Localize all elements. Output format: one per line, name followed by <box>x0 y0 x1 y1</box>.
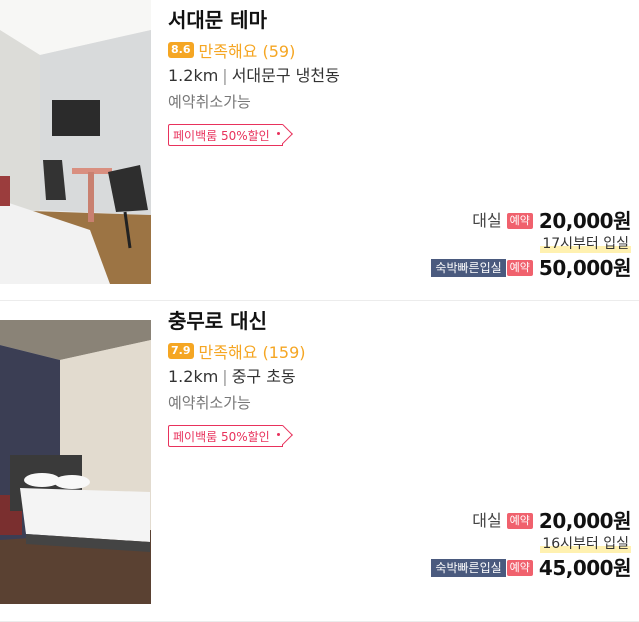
hotel-photo[interactable] <box>0 320 151 604</box>
hotel-name[interactable]: 충무로 대신 <box>168 307 628 335</box>
coupon-label: 페이백룸 50%할인 <box>173 429 270 444</box>
stay-price: 50,000원 <box>538 256 632 280</box>
review-summary: 만족해요 (159) <box>198 343 306 362</box>
price-block: 대실 예약 20,000원 17시부터 입실 숙박빠른입실 예약 50,000원 <box>431 207 632 282</box>
reserve-badge: 예약 <box>506 560 533 576</box>
coupon-tag[interactable]: 페이백룸 50%할인 <box>168 124 283 146</box>
area: 중구 초동 <box>231 367 296 386</box>
stay-price-row[interactable]: 숙박빠른입실 예약 45,000원 <box>431 554 632 582</box>
hotel-name[interactable]: 서대문 테마 <box>168 6 628 34</box>
early-checkin-badge: 숙박빠른입실 <box>431 259 506 277</box>
hotel-listing-2[interactable]: 충무로 대신 7.9 만족해요 (159) 1.2km | 중구 초동 예약취소가능… <box>0 301 639 622</box>
divider: | <box>222 66 228 85</box>
day-use-label: 대실 <box>472 511 502 530</box>
rating-row: 7.9 만족해요 (159) <box>168 341 628 362</box>
hotel-info: 충무로 대신 7.9 만족해요 (159) 1.2km | 중구 초동 예약취소가능… <box>168 307 628 447</box>
coupon-dot-icon <box>276 132 280 135</box>
stay-price-row[interactable]: 숙박빠른입실 예약 50,000원 <box>431 254 632 282</box>
early-checkin-badge: 숙박빠른입실 <box>431 559 506 577</box>
review-summary: 만족해요 (59) <box>198 42 296 61</box>
location-row: 1.2km | 서대문구 냉천동 <box>168 66 628 86</box>
checkin-row: 16시부터 입실 <box>431 535 631 553</box>
divider: | <box>222 367 228 386</box>
distance: 1.2km <box>168 367 219 386</box>
checkin-time: 17시부터 입실 <box>540 235 631 253</box>
rating-row: 8.6 만족해요 (59) <box>168 40 628 61</box>
reserve-badge: 예약 <box>506 513 533 529</box>
coupon-dot-icon <box>276 433 280 436</box>
location-row: 1.2km | 중구 초동 <box>168 367 628 387</box>
rating-score-badge: 8.6 <box>168 42 194 58</box>
day-use-price: 20,000원 <box>538 509 632 533</box>
day-use-price: 20,000원 <box>538 209 632 233</box>
day-use-price-row[interactable]: 대실 예약 20,000원 <box>431 507 631 535</box>
area: 서대문구 냉천동 <box>231 66 340 85</box>
price-block: 대실 예약 20,000원 16시부터 입실 숙박빠른입실 예약 45,000원 <box>431 507 632 582</box>
room-photo-image <box>0 0 151 284</box>
hotel-info: 서대문 테마 8.6 만족해요 (59) 1.2km | 서대문구 냉천동 예약취소… <box>168 6 628 146</box>
hotel-photo[interactable] <box>0 0 151 284</box>
hotel-listing-1[interactable]: 서대문 테마 8.6 만족해요 (59) 1.2km | 서대문구 냉천동 예약취소… <box>0 0 639 301</box>
stay-price: 45,000원 <box>538 556 632 580</box>
coupon-tag[interactable]: 페이백룸 50%할인 <box>168 425 283 447</box>
rating-score-badge: 7.9 <box>168 343 194 359</box>
reserve-badge: 예약 <box>506 213 533 229</box>
room-photo-image <box>0 320 151 604</box>
reserve-badge: 예약 <box>506 260 533 276</box>
day-use-price-row[interactable]: 대실 예약 20,000원 <box>431 207 631 235</box>
checkin-row: 17시부터 입실 <box>431 235 631 253</box>
cancel-policy: 예약취소가능 <box>168 394 251 412</box>
cancel-policy: 예약취소가능 <box>168 93 251 111</box>
day-use-label: 대실 <box>472 211 502 230</box>
checkin-time: 16시부터 입실 <box>540 535 631 553</box>
coupon-label: 페이백룸 50%할인 <box>173 128 270 143</box>
distance: 1.2km <box>168 66 219 85</box>
